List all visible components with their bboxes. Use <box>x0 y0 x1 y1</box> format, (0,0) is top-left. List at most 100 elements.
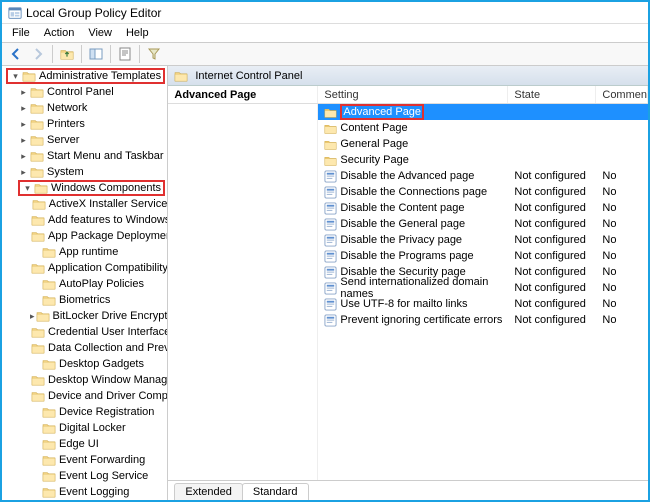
expand-icon[interactable] <box>30 455 41 466</box>
list-item-label: Disable the Content page <box>340 202 464 214</box>
expand-icon[interactable]: ▸ <box>18 151 29 162</box>
properties-button[interactable] <box>115 44 135 64</box>
setting-icon <box>324 282 337 295</box>
folder-icon <box>31 230 45 242</box>
expand-icon[interactable]: ▸ <box>18 167 29 178</box>
tree-item[interactable]: Credential User Interface <box>2 324 167 340</box>
list-row[interactable]: Content Page <box>318 120 648 136</box>
folder-icon <box>32 198 46 210</box>
list-row[interactable]: General Page <box>318 136 648 152</box>
list-item-label: General Page <box>340 138 408 150</box>
app-icon <box>8 6 22 20</box>
expand-icon[interactable] <box>30 487 41 498</box>
tree-item-label: Control Panel <box>47 86 114 98</box>
tree-item[interactable]: Device Registration <box>2 404 167 420</box>
back-button[interactable] <box>6 44 26 64</box>
settings-list[interactable]: Advanced PageContent Page General Page Sec… <box>318 104 648 480</box>
tree-item[interactable]: ▸Start Menu and Taskbar <box>2 148 167 164</box>
list-row[interactable]: Disable the Programs pageNot configuredN… <box>318 248 648 264</box>
tree-item[interactable]: ActiveX Installer Service <box>2 196 167 212</box>
expand-icon[interactable] <box>30 423 41 434</box>
list-item-label: Disable the Connections page <box>340 186 487 198</box>
tree-item[interactable]: Data Collection and Preview Bui <box>2 340 167 356</box>
menu-file[interactable]: File <box>6 26 36 40</box>
tree-item-label: Edge UI <box>59 438 99 450</box>
menu-help[interactable]: Help <box>120 26 155 40</box>
tree-item-label: Desktop Window Manager <box>48 374 168 386</box>
tree-item[interactable]: Biometrics <box>2 292 167 308</box>
expand-icon[interactable] <box>30 439 41 450</box>
tree-item[interactable]: Event Forwarding <box>2 452 167 468</box>
tab-standard[interactable]: Standard <box>242 483 309 500</box>
column-state[interactable]: State <box>508 86 596 103</box>
tree-windows-components[interactable]: ▾Windows Components <box>2 180 167 196</box>
tree-item-label: Administrative Templates <box>39 70 161 82</box>
list-row[interactable]: Disable the Advanced pageNot configuredN… <box>318 168 648 184</box>
expand-icon[interactable] <box>30 247 41 258</box>
setting-icon <box>324 298 337 311</box>
list-row[interactable]: Disable the Content pageNot configuredNo <box>318 200 648 216</box>
tree-item[interactable]: Edge UI <box>2 436 167 452</box>
expand-icon[interactable] <box>30 295 41 306</box>
list-row[interactable]: Send internationalized domain namesNot c… <box>318 280 648 296</box>
folder-icon <box>324 154 337 167</box>
tree-item[interactable]: Digital Locker <box>2 420 167 436</box>
tab-extended[interactable]: Extended <box>174 483 242 500</box>
tree-item[interactable]: App Package Deployment <box>2 228 167 244</box>
forward-button[interactable] <box>28 44 48 64</box>
tree-item[interactable]: Desktop Window Manager <box>2 372 167 388</box>
tree-item[interactable]: App runtime <box>2 244 167 260</box>
column-setting[interactable]: Setting <box>318 86 508 103</box>
list-row[interactable]: Disable the Privacy pageNot configuredNo <box>318 232 648 248</box>
tree-item[interactable]: Application Compatibility <box>2 260 167 276</box>
list-row[interactable]: Disable the Connections pageNot configur… <box>318 184 648 200</box>
expand-icon[interactable] <box>30 279 41 290</box>
tree-item[interactable]: Desktop Gadgets <box>2 356 167 372</box>
tree-administrative-templates[interactable]: ▾ Administrative Templates <box>2 68 167 84</box>
tree-item[interactable]: ▸ Control Panel <box>2 84 167 100</box>
expand-icon[interactable]: ▸ <box>30 311 35 322</box>
expand-icon[interactable]: ▾ <box>10 71 21 82</box>
tree-item[interactable]: ▸System <box>2 164 167 180</box>
tree-item[interactable]: Event Logging <box>2 484 167 500</box>
tree-pane[interactable]: ▾Administrative Templates▸Control Panel▸… <box>2 66 168 500</box>
list-row[interactable]: Prevent ignoring certificate errorsNot c… <box>318 312 648 328</box>
menu-view[interactable]: View <box>82 26 118 40</box>
folder-icon <box>42 358 56 370</box>
up-button[interactable] <box>57 44 77 64</box>
tree-item[interactable]: ▸Network <box>2 100 167 116</box>
list-row[interactable]: Use UTF-8 for mailto linksNot configured… <box>318 296 648 312</box>
list-item-label: Send internationalized domain names <box>340 276 508 300</box>
expand-icon[interactable] <box>30 471 41 482</box>
folder-icon <box>42 486 56 498</box>
list-item-comment: No <box>596 314 648 326</box>
filter-button[interactable] <box>144 44 164 64</box>
list-item-comment: No <box>596 202 648 214</box>
tree-item[interactable]: ▸Printers <box>2 116 167 132</box>
list-item-comment: No <box>596 266 648 278</box>
expand-icon[interactable]: ▾ <box>22 183 33 194</box>
list-item-state: Not configured <box>508 298 596 310</box>
expand-icon[interactable] <box>30 359 41 370</box>
tree-item[interactable]: Event Log Service <box>2 468 167 484</box>
tree-item[interactable]: ▸Server <box>2 132 167 148</box>
tree-item[interactable]: Add features to Windows 10 <box>2 212 167 228</box>
tree-item-label: ActiveX Installer Service <box>49 198 168 210</box>
column-comment[interactable]: Commen <box>596 86 648 103</box>
tree-item[interactable]: ▸BitLocker Drive Encryption <box>2 308 167 324</box>
expand-icon[interactable]: ▸ <box>18 135 29 146</box>
expand-icon[interactable] <box>30 407 41 418</box>
expand-icon[interactable]: ▸ <box>18 119 29 130</box>
expand-icon[interactable] <box>30 199 31 210</box>
menu-action[interactable]: Action <box>38 26 81 40</box>
expand-icon[interactable]: ▸ <box>18 87 29 98</box>
folder-icon <box>42 454 56 466</box>
expand-icon[interactable]: ▸ <box>18 103 29 114</box>
list-row[interactable]: Advanced Page <box>318 104 648 120</box>
list-row[interactable]: Security Page <box>318 152 648 168</box>
menu-bar: File Action View Help <box>2 24 648 42</box>
show-hide-button[interactable] <box>86 44 106 64</box>
tree-item[interactable]: Device and Driver Compatibility <box>2 388 167 404</box>
list-row[interactable]: Disable the General pageNot configuredNo <box>318 216 648 232</box>
tree-item[interactable]: AutoPlay Policies <box>2 276 167 292</box>
